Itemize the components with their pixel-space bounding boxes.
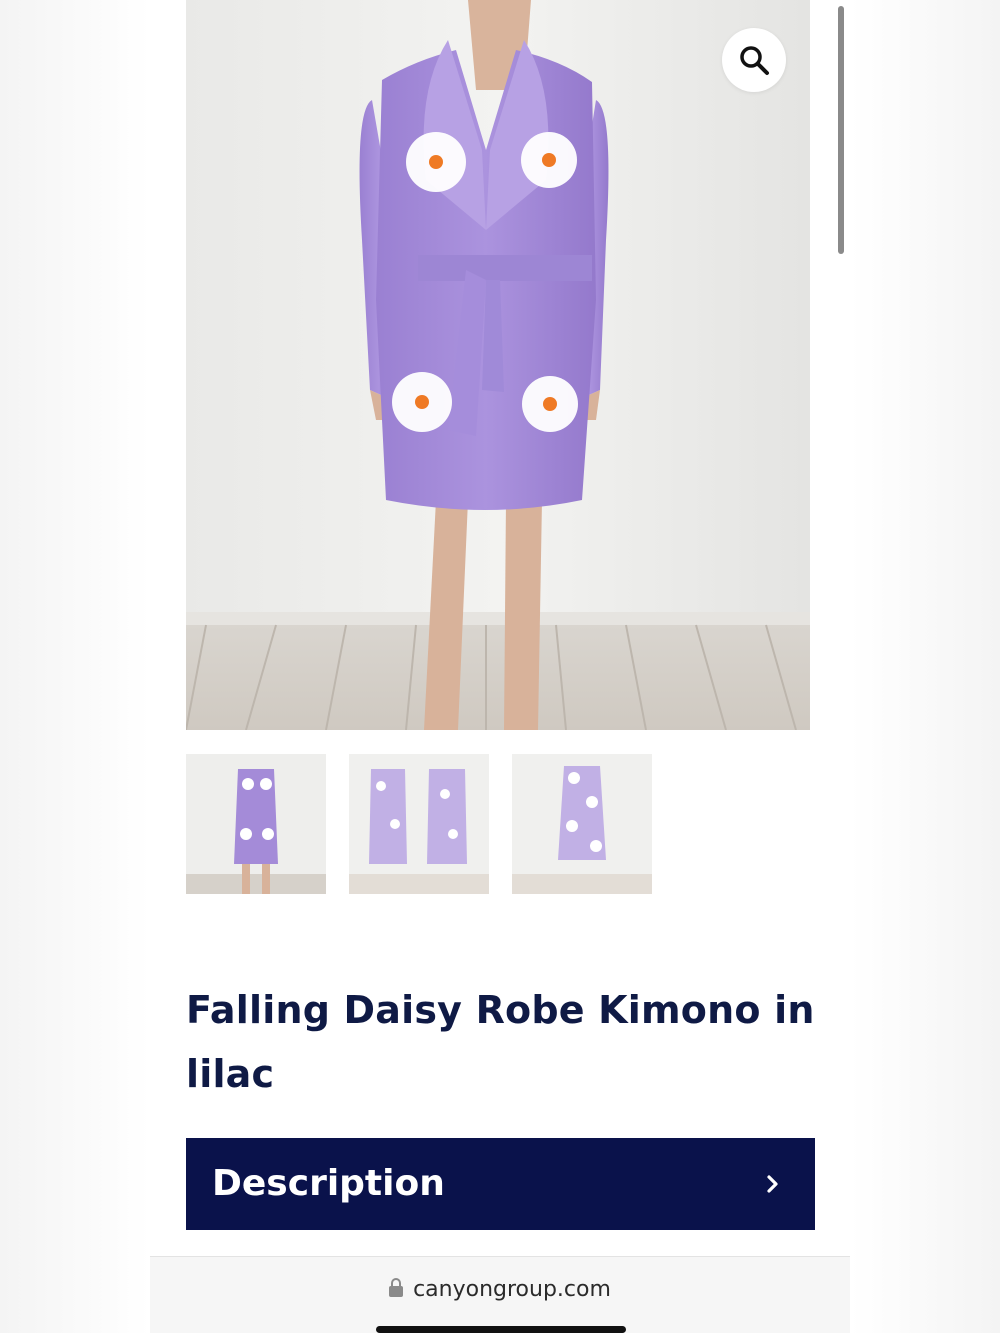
url-text: canyongroup.com xyxy=(413,1277,611,1302)
zoom-button[interactable] xyxy=(722,28,786,92)
description-label: Description xyxy=(212,1163,445,1204)
thumbnail-back[interactable] xyxy=(512,754,652,894)
browser-address-bar[interactable]: canyongroup.com xyxy=(150,1256,850,1333)
url-display[interactable]: canyongroup.com xyxy=(150,1277,850,1302)
thumbnail-front-back[interactable] xyxy=(349,754,489,894)
phone-screen: Falling Daisy Robe Kimono in lilac Descr… xyxy=(150,0,850,1333)
lock-icon xyxy=(389,1278,404,1297)
magnifier-icon xyxy=(740,46,769,75)
thumbnail-front[interactable] xyxy=(186,754,326,894)
description-accordion[interactable]: Description xyxy=(186,1138,815,1230)
product-title: Falling Daisy Robe Kimono in lilac xyxy=(186,988,815,1096)
scrollbar[interactable] xyxy=(838,6,844,254)
home-indicator[interactable] xyxy=(376,1326,626,1333)
product-main-image[interactable] xyxy=(186,0,810,730)
chevron-right-icon xyxy=(767,1175,778,1193)
